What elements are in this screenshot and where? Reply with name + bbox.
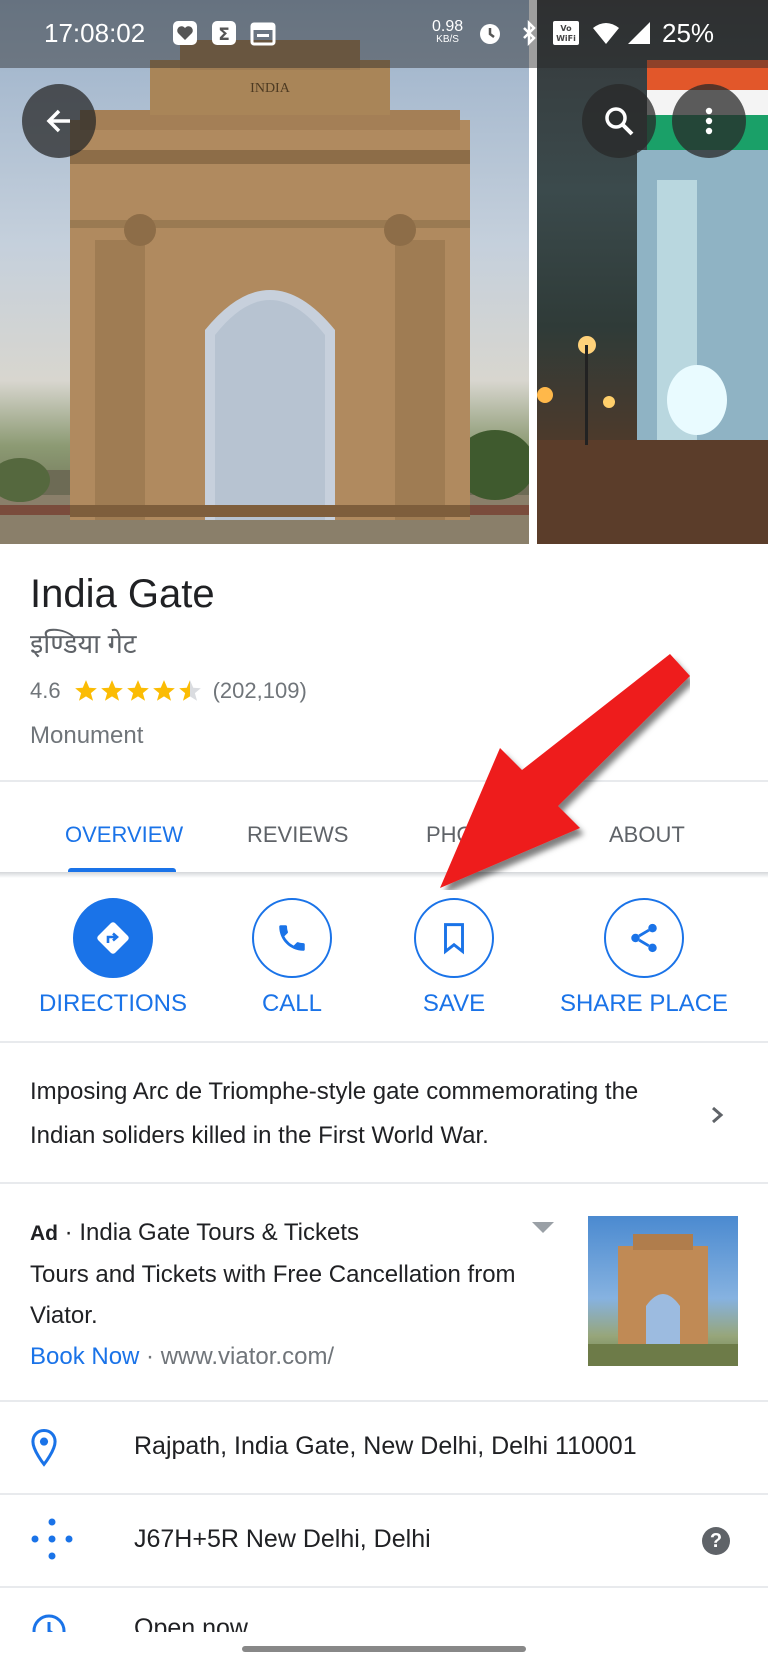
ad-options-dropdown-icon[interactable] bbox=[532, 1222, 554, 1233]
review-count: (202,109) bbox=[212, 678, 307, 703]
ad-title[interactable]: India Gate Tours & Tickets bbox=[79, 1219, 359, 1246]
plus-code-icon bbox=[31, 1518, 73, 1560]
place-title: India Gate bbox=[30, 572, 215, 616]
ad-url[interactable]: www.viator.com/ bbox=[161, 1343, 334, 1370]
more-options-button[interactable] bbox=[672, 84, 746, 158]
call-circle bbox=[252, 898, 332, 978]
hero-inscription: INDIA bbox=[250, 81, 291, 96]
ad-badge: Ad bbox=[30, 1222, 58, 1245]
alarm-icon bbox=[477, 20, 503, 46]
calendar-icon bbox=[250, 20, 276, 46]
svg-text:Vo: Vo bbox=[560, 24, 572, 33]
directions-button[interactable]: DIRECTIONS bbox=[33, 898, 193, 1018]
bookmark-icon bbox=[444, 923, 464, 955]
phone-icon bbox=[279, 925, 305, 951]
signal-icon bbox=[626, 20, 652, 46]
directions-label: DIRECTIONS bbox=[38, 990, 187, 1017]
battery-level: 25% bbox=[662, 18, 715, 48]
star-icon bbox=[100, 680, 123, 701]
rating-value: 4.6 bbox=[30, 678, 61, 703]
share-place-label: SHARE PLACE bbox=[559, 990, 729, 1017]
save-circle bbox=[414, 898, 494, 978]
address-row[interactable]: Rajpath, India Gate, New Delhi, Delhi 11… bbox=[0, 1402, 768, 1494]
help-icon[interactable]: ? bbox=[702, 1527, 730, 1555]
wifi-icon bbox=[592, 20, 619, 46]
share-icon bbox=[631, 923, 657, 953]
call-button[interactable]: CALL bbox=[222, 898, 362, 1018]
arrow-left-icon bbox=[46, 109, 70, 133]
rating-row[interactable]: 4.6 (202,109) bbox=[30, 676, 307, 706]
svg-text:Σ: Σ bbox=[218, 25, 230, 45]
india-gate-thumbnail bbox=[588, 1234, 738, 1366]
star-icon bbox=[152, 680, 175, 701]
ad-header-line: Ad · India Gate Tours & Tickets bbox=[30, 1212, 550, 1254]
more-vert-icon bbox=[705, 107, 713, 135]
star-icon bbox=[74, 680, 97, 701]
location-pin-icon bbox=[31, 1428, 57, 1467]
share-circle bbox=[604, 898, 684, 978]
sigma-app-icon: Σ bbox=[211, 20, 237, 46]
place-description[interactable]: Imposing Arc de Triomphe-style gate comm… bbox=[30, 1070, 690, 1158]
hero-photos[interactable]: INDIA bbox=[0, 0, 768, 544]
directions-icon bbox=[97, 922, 129, 954]
plus-code-row[interactable]: J67H+5R New Delhi, Delhi ? bbox=[0, 1495, 768, 1587]
sponsored-ad[interactable]: Ad · India Gate Tours & Tickets Tours an… bbox=[30, 1212, 550, 1377]
vowifi-icon: Vo WiFi bbox=[552, 20, 579, 46]
ad-separator: · bbox=[139, 1343, 161, 1370]
place-category: Monument bbox=[30, 722, 144, 749]
svg-text:WiFi: WiFi bbox=[556, 34, 576, 43]
annotation-arrow bbox=[440, 654, 690, 888]
india-gate-night-illustration bbox=[537, 60, 768, 544]
status-time: 17:08:02 bbox=[44, 18, 146, 48]
search-button[interactable] bbox=[582, 84, 656, 158]
hours-text: Open now bbox=[134, 1614, 248, 1632]
network-speed: 0.98 KB/S bbox=[432, 18, 464, 46]
save-label: SAVE bbox=[422, 990, 486, 1017]
call-label: CALL bbox=[261, 990, 323, 1017]
address-text: Rajpath, India Gate, New Delhi, Delhi 11… bbox=[134, 1432, 637, 1460]
hero-photo-night[interactable] bbox=[537, 0, 768, 544]
back-button[interactable] bbox=[22, 84, 96, 158]
tab-reviews[interactable]: REVIEWS bbox=[247, 822, 348, 848]
hours-row[interactable]: Open now bbox=[0, 1588, 768, 1632]
divider bbox=[0, 1041, 768, 1043]
search-icon bbox=[605, 107, 634, 136]
status-bar: 17:08:02 Σ 0.98 KB/S Vo WiFi 25% bbox=[0, 0, 768, 68]
heart-app-icon bbox=[172, 20, 198, 46]
place-local-name: इण्डिया गेट bbox=[30, 629, 137, 659]
clock-icon bbox=[32, 1614, 66, 1632]
ad-separator: · bbox=[58, 1219, 80, 1246]
directions-circle bbox=[73, 898, 153, 978]
ad-body: Tours and Tickets with Free Cancellation… bbox=[30, 1261, 516, 1329]
tab-overview[interactable]: OVERVIEW bbox=[65, 822, 183, 848]
rating-stars bbox=[73, 678, 203, 704]
divider bbox=[0, 1182, 768, 1184]
bluetooth-icon bbox=[516, 19, 542, 47]
share-place-button[interactable]: SHARE PLACE bbox=[548, 898, 740, 1018]
plus-code-text: J67H+5R New Delhi, Delhi bbox=[134, 1525, 431, 1553]
star-icon bbox=[126, 680, 149, 701]
home-indicator[interactable] bbox=[242, 1646, 526, 1652]
india-gate-illustration: INDIA bbox=[0, 40, 529, 544]
chevron-right-icon[interactable] bbox=[706, 1100, 728, 1130]
ad-thumbnail-image[interactable] bbox=[588, 1216, 738, 1366]
star-half-icon bbox=[178, 680, 201, 701]
ad-link-line: Book Now · www.viator.com/ bbox=[30, 1336, 550, 1377]
save-button[interactable]: SAVE bbox=[384, 898, 524, 1018]
ad-book-now-link[interactable]: Book Now bbox=[30, 1343, 139, 1370]
hero-photo-day[interactable]: INDIA bbox=[0, 0, 529, 544]
